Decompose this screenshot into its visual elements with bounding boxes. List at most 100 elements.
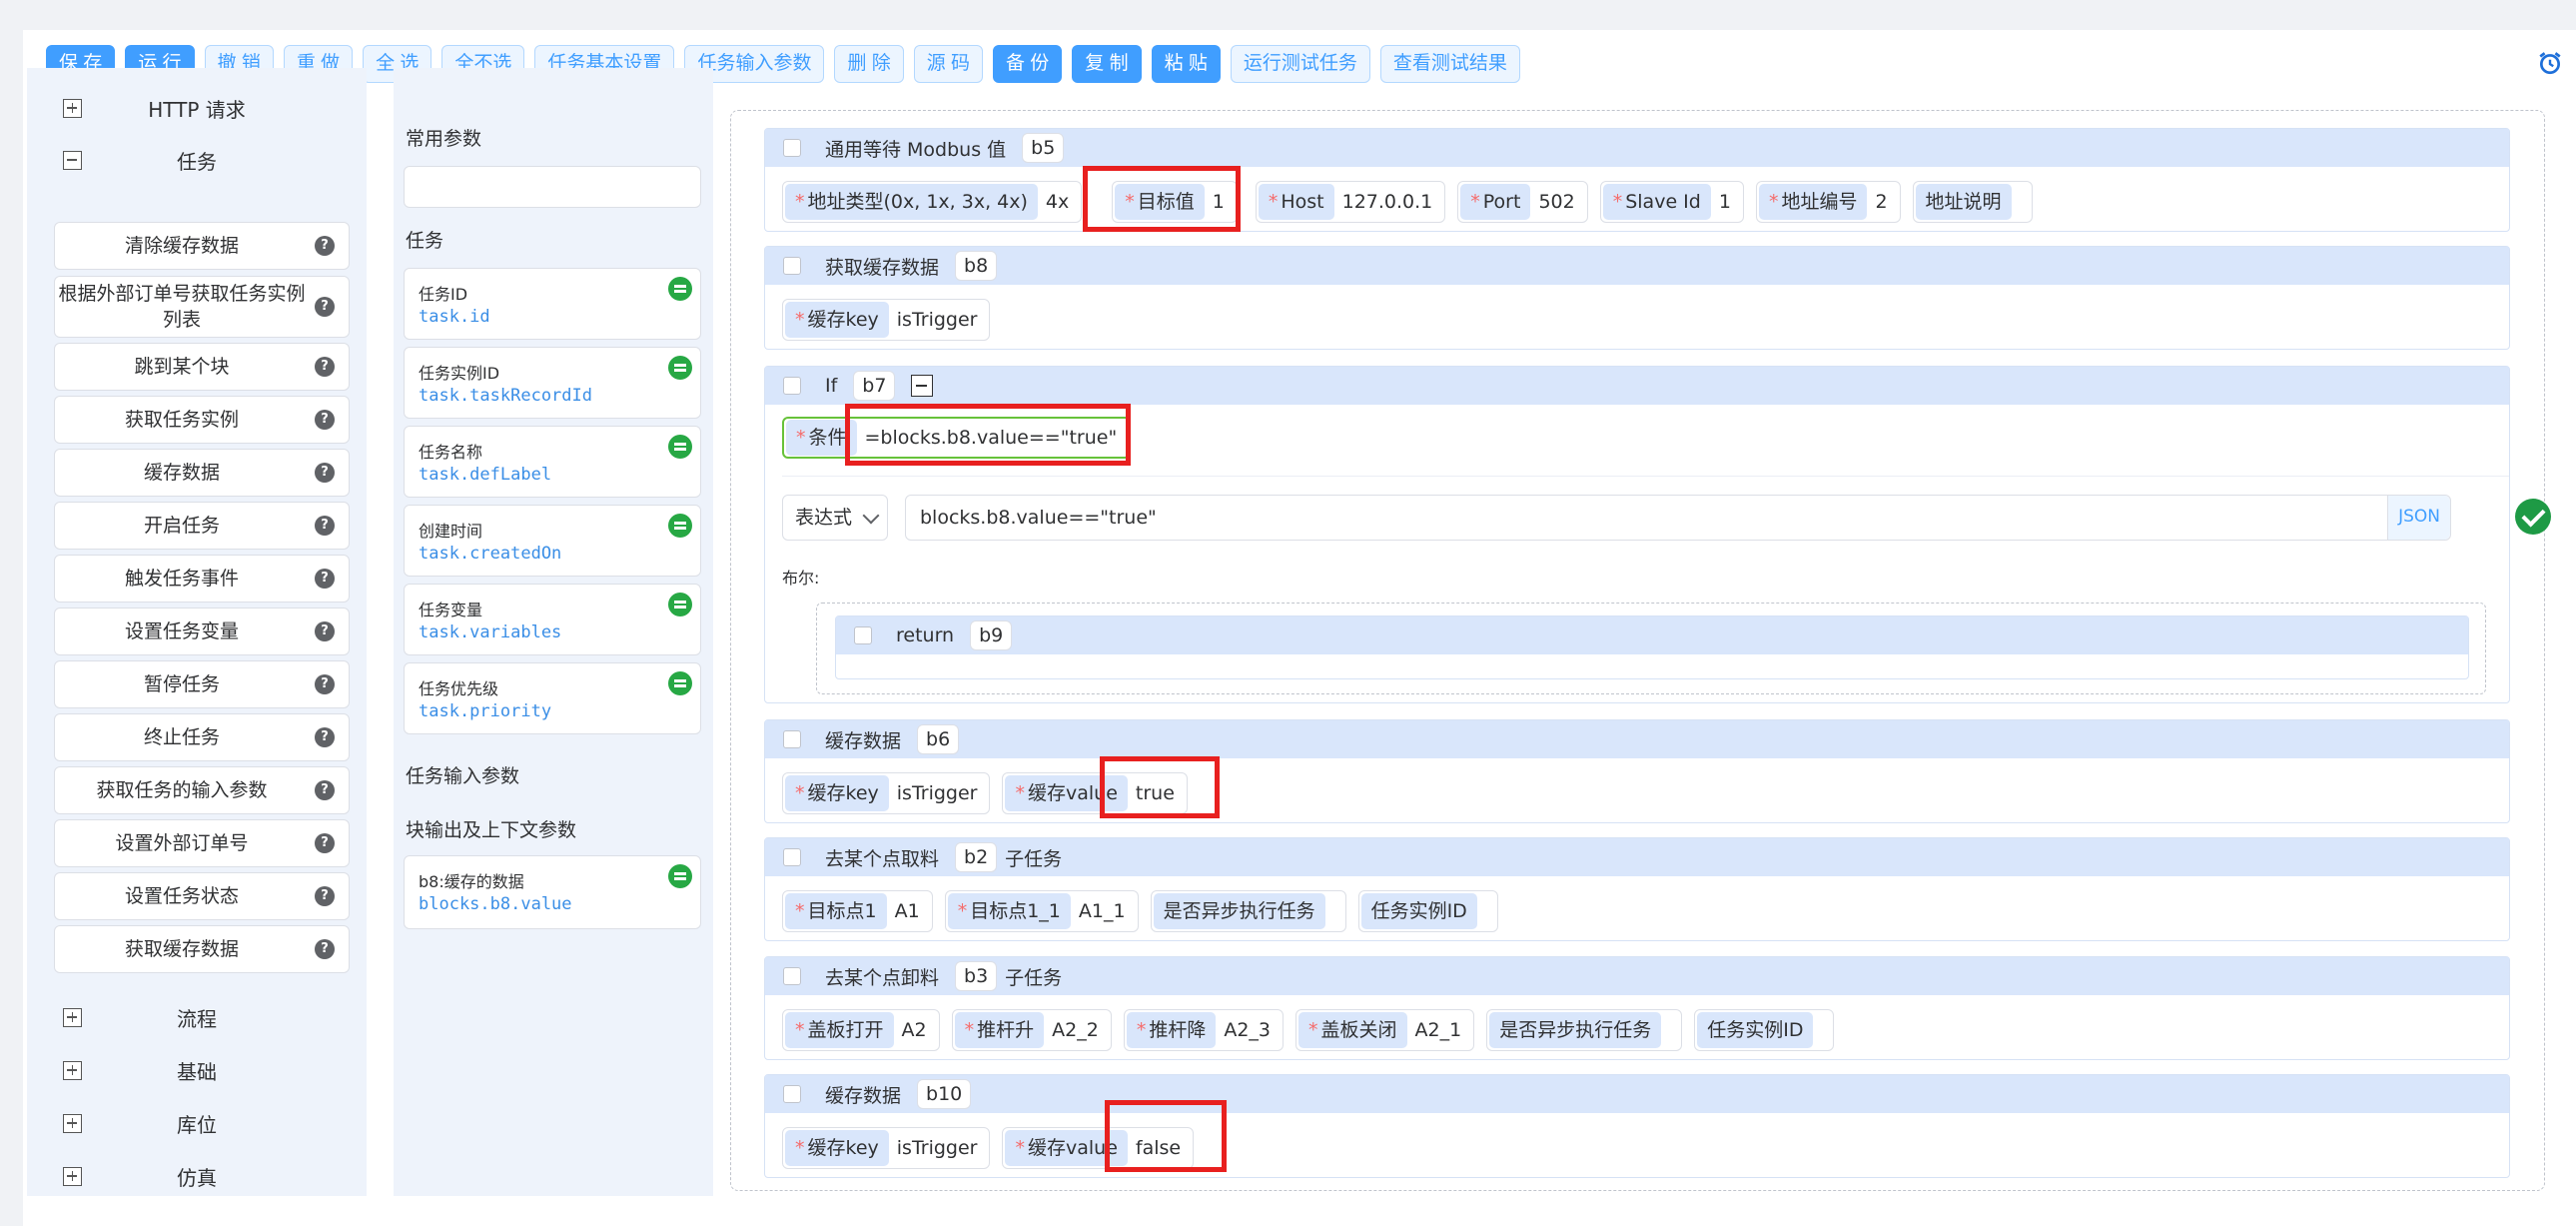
field-push-rod-up[interactable]: * 推杆升 A2_2 — [951, 1009, 1112, 1051]
nav-group-basic[interactable]: 基础 — [27, 1044, 367, 1096]
collapse-icon[interactable] — [911, 375, 934, 397]
field-cache-key[interactable]: * 缓存key isTrigger — [782, 1127, 991, 1169]
param-search-input[interactable] — [404, 166, 701, 208]
help-icon[interactable]: ? — [315, 357, 335, 377]
field-async-execution[interactable]: 是否异步执行任务 — [1486, 1009, 1683, 1051]
field-condition[interactable]: * 条件 =blocks.b8.value=="true" — [782, 417, 1132, 459]
field-async-execution[interactable]: 是否异步执行任务 — [1150, 890, 1346, 932]
field-push-rod-down[interactable]: * 推杆降 A2_3 — [1123, 1009, 1285, 1051]
alarm-clock-icon[interactable] — [2537, 50, 2563, 76]
help-icon[interactable]: ? — [315, 674, 335, 694]
copy-button[interactable]: 复 制 — [1072, 45, 1142, 83]
nav-item-jump-to-block[interactable]: 跳到某个块? — [54, 343, 350, 391]
field-address-description[interactable]: 地址说明 — [1912, 181, 2033, 223]
help-icon[interactable]: ? — [315, 516, 335, 536]
insert-equals-icon[interactable] — [668, 435, 692, 459]
field-address-type[interactable]: * 地址类型(0x, 1x, 3x, 4x) 4x — [782, 181, 1083, 223]
boolean-branch-dropzone[interactable]: return b9 — [816, 603, 2486, 694]
block-b6[interactable]: 缓存数据 b6 * 缓存key isTrigger * 缓存value true — [764, 719, 2510, 823]
nav-item-trigger-event[interactable]: 触发任务事件? — [54, 555, 350, 603]
block-checkbox[interactable] — [783, 848, 801, 866]
block-b10[interactable]: 缓存数据 b10 * 缓存key isTrigger * 缓存value false — [764, 1074, 2510, 1178]
insert-equals-icon[interactable] — [668, 277, 692, 301]
help-icon[interactable]: ? — [315, 236, 335, 256]
nav-item-set-external-order[interactable]: 设置外部订单号? — [54, 819, 350, 867]
block-b9-return[interactable]: return b9 — [835, 615, 2469, 679]
insert-equals-icon[interactable] — [668, 864, 692, 888]
insert-equals-icon[interactable] — [668, 671, 692, 695]
block-b8[interactable]: 获取缓存数据 b8 * 缓存key isTrigger — [764, 246, 2510, 350]
help-icon[interactable]: ? — [315, 939, 335, 959]
nav-item-clear-cache[interactable]: 清除缓存数据? — [54, 222, 350, 270]
insert-equals-icon[interactable] — [668, 593, 692, 616]
param-card-task-name[interactable]: 任务名称 task.defLabel — [404, 426, 701, 498]
param-card-task-variables[interactable]: 任务变量 task.variables — [404, 584, 701, 655]
help-icon[interactable]: ? — [315, 410, 335, 430]
nav-group-http[interactable]: HTTP 请求 — [27, 82, 367, 134]
help-icon[interactable]: ? — [315, 727, 335, 747]
param-card-task-id[interactable]: 任务ID task.id — [404, 268, 701, 340]
delete-button[interactable]: 删 除 — [834, 45, 904, 83]
nav-group-task[interactable]: 任务 — [27, 134, 367, 186]
expression-type-select[interactable]: 表达式 — [782, 495, 888, 541]
block-b7-if[interactable]: If b7 * 条件 =blocks.b8.value=="true" 表达式 bl… — [764, 366, 2551, 703]
expression-input[interactable]: blocks.b8.value=="true" JSON — [905, 495, 2451, 541]
nav-group-flow[interactable]: 流程 — [27, 991, 367, 1043]
param-card-created-on[interactable]: 创建时间 task.createdOn — [404, 505, 701, 577]
block-checkbox[interactable] — [783, 967, 801, 985]
nav-item-terminate-task[interactable]: 终止任务? — [54, 713, 350, 761]
help-icon[interactable]: ? — [315, 463, 335, 483]
field-task-instance-id[interactable]: 任务实例ID — [1694, 1009, 1835, 1051]
field-cache-value[interactable]: * 缓存value true — [1002, 772, 1188, 814]
param-card-task-priority[interactable]: 任务优先级 task.priority — [404, 662, 701, 734]
json-button[interactable]: JSON — [2387, 496, 2450, 540]
insert-equals-icon[interactable] — [668, 514, 692, 538]
nav-item-get-task-instance[interactable]: 获取任务实例? — [54, 396, 350, 444]
help-icon[interactable]: ? — [315, 886, 335, 906]
help-icon[interactable]: ? — [315, 621, 335, 641]
nav-item-get-cache-data[interactable]: 获取缓存数据? — [54, 925, 350, 973]
nav-item-pause-task[interactable]: 暂停任务? — [54, 660, 350, 708]
field-port[interactable]: * Port 502 — [1457, 181, 1588, 223]
field-lid-close[interactable]: * 盖板关闭 A2_1 — [1295, 1009, 1475, 1051]
nav-item-start-task[interactable]: 开启任务? — [54, 502, 350, 550]
nav-item-set-task-variable[interactable]: 设置任务变量? — [54, 608, 350, 655]
param-card-b8-value[interactable]: b8:缓存的数据 blocks.b8.value — [404, 855, 701, 929]
nav-item-set-task-status[interactable]: 设置任务状态? — [54, 872, 350, 920]
field-address-number[interactable]: * 地址编号 2 — [1755, 181, 1901, 223]
paste-button[interactable]: 粘 贴 — [1151, 45, 1221, 83]
block-checkbox[interactable] — [783, 1085, 801, 1103]
block-checkbox[interactable] — [783, 377, 801, 395]
block-b5[interactable]: 通用等待 Modbus 值 b5 * 地址类型(0x, 1x, 3x, 4x) 4x… — [764, 128, 2510, 232]
help-icon[interactable]: ? — [315, 297, 335, 317]
help-icon[interactable]: ? — [315, 780, 335, 800]
block-checkbox[interactable] — [854, 626, 872, 644]
field-host[interactable]: * Host 127.0.0.1 — [1255, 181, 1446, 223]
block-b3[interactable]: 去某个点卸料 b3 子任务 * 盖板打开 A2 * 推杆升 A2_2 * 推杆降 A2_3 … — [764, 956, 2510, 1060]
block-checkbox[interactable] — [783, 257, 801, 275]
view-test-results-button[interactable]: 查看测试结果 — [1379, 45, 1520, 83]
run-test-task-button[interactable]: 运行测试任务 — [1230, 45, 1370, 83]
backup-button[interactable]: 备 份 — [993, 45, 1063, 83]
block-b2[interactable]: 去某个点取料 b2 子任务 * 目标点1 A1 * 目标点1_1 A1_1 是否异步执行… — [764, 837, 2510, 941]
nav-item-get-task-by-order[interactable]: 根据外部订单号获取任务实例列表? — [54, 276, 350, 338]
field-target-point-1[interactable]: * 目标点1 A1 — [782, 890, 933, 932]
nav-group-location[interactable]: 库位 — [27, 1097, 367, 1149]
block-checkbox[interactable] — [783, 730, 801, 748]
field-target-value[interactable]: * 目标值 1 — [1112, 181, 1238, 223]
field-task-instance-id[interactable]: 任务实例ID — [1357, 890, 1498, 932]
field-cache-value[interactable]: * 缓存value false — [1002, 1127, 1195, 1169]
field-cache-key[interactable]: * 缓存key isTrigger — [782, 299, 991, 341]
field-cache-key[interactable]: * 缓存key isTrigger — [782, 772, 991, 814]
param-card-task-record-id[interactable]: 任务实例ID task.taskRecordId — [404, 347, 701, 419]
insert-equals-icon[interactable] — [668, 356, 692, 380]
block-checkbox[interactable] — [783, 139, 801, 157]
field-lid-open[interactable]: * 盖板打开 A2 — [782, 1009, 940, 1051]
field-target-point-1-1[interactable]: * 目标点1_1 A1_1 — [944, 890, 1139, 932]
nav-item-get-input-params[interactable]: 获取任务的输入参数? — [54, 766, 350, 814]
help-icon[interactable]: ? — [315, 569, 335, 589]
help-icon[interactable]: ? — [315, 833, 335, 853]
nav-group-simulation[interactable]: 仿真 — [27, 1150, 367, 1196]
source-button[interactable]: 源 码 — [913, 45, 984, 83]
field-slave-id[interactable]: * Slave Id 1 — [1599, 181, 1744, 223]
